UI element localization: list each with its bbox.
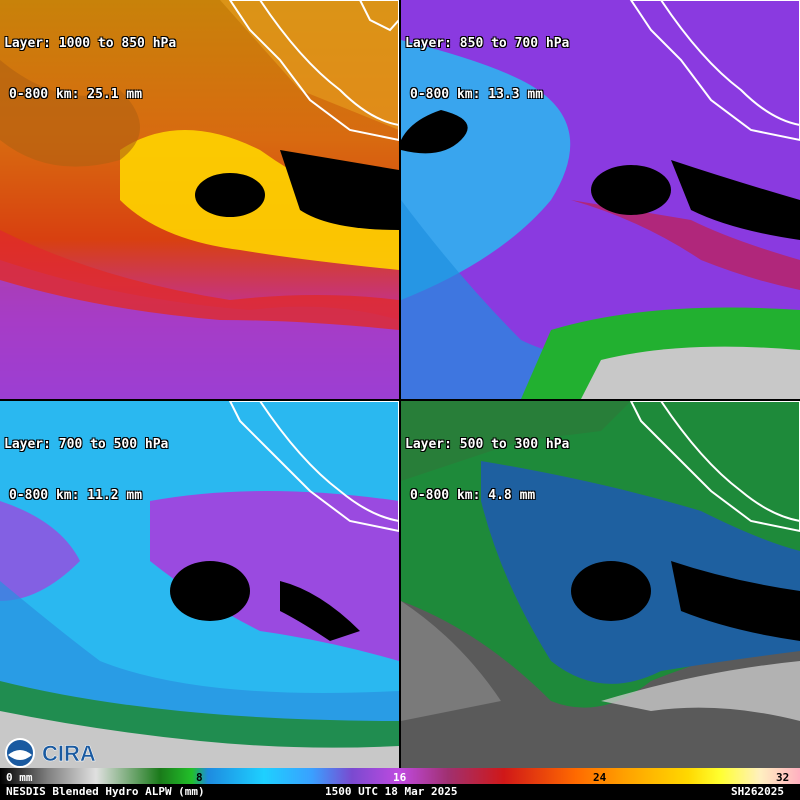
layer-label: Layer: 850 to 700 hPa [405, 36, 570, 51]
colorbar-tick: 0 mm [6, 771, 33, 784]
panel-label: Layer: 500 to 300 hPa 0-800 km: 4.8 mm [405, 402, 569, 538]
panel-label: Layer: 1000 to 850 hPa 0-800 km: 25.1 mm [4, 1, 176, 137]
footer: NESDIS Blended Hydro ALPW (mm) 1500 UTC … [0, 784, 800, 800]
colorbar-tick: 16 [393, 771, 407, 784]
stat-label: 0-800 km: 4.8 mm [410, 488, 536, 503]
panel-500-300: Layer: 500 to 300 hPa 0-800 km: 4.8 mm [401, 401, 800, 800]
colorbar-tick: 24 [593, 771, 607, 784]
layer-label: Layer: 700 to 500 hPa [4, 437, 169, 452]
stat-label: 0-800 km: 11.2 mm [9, 488, 143, 503]
stat-label: 0-800 km: 13.3 mm [410, 87, 544, 102]
noaa-logo: CIRA [5, 738, 96, 768]
stat-label: 0-800 km: 25.1 mm [9, 87, 143, 102]
logos: CIRA [4, 737, 104, 769]
panel-label: Layer: 700 to 500 hPa 0-800 km: 11.2 mm [4, 402, 168, 538]
image-id: SH262025 [731, 785, 784, 798]
layer-label: Layer: 500 to 300 hPa [405, 437, 570, 452]
panel-850-700: Layer: 850 to 700 hPa 0-800 km: 13.3 mm [401, 0, 800, 399]
colorbar-tick: 32 [776, 771, 790, 784]
colorbar-tick: 8 [196, 771, 203, 784]
panel-1000-850: Layer: 1000 to 850 hPa 0-800 km: 25.1 mm [0, 0, 399, 399]
panel-label: Layer: 850 to 700 hPa 0-800 km: 13.3 mm [405, 1, 569, 137]
product-title: NESDIS Blended Hydro ALPW (mm) [6, 785, 205, 798]
layer-label: Layer: 1000 to 850 hPa [4, 36, 177, 51]
alpw-image: { "panels": [ {"layer": "Layer: 1000 to … [0, 0, 800, 800]
valid-time: 1500 UTC 18 Mar 2025 [325, 785, 458, 798]
cira-logo: CIRA [42, 741, 96, 766]
